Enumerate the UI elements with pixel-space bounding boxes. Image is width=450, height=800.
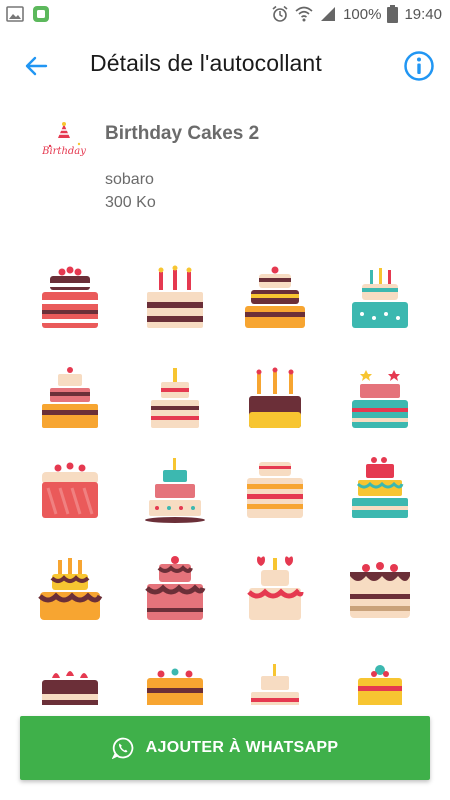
cake-sticker-14[interactable] <box>125 545 225 635</box>
cake-image <box>42 462 98 518</box>
cake-image <box>352 457 408 518</box>
add-to-whatsapp-button[interactable]: AJOUTER À WHATSAPP <box>20 716 430 780</box>
cake-image <box>247 556 304 620</box>
pack-name: Birthday Cakes 2 <box>105 123 260 144</box>
gallery-notification-icon <box>6 6 24 22</box>
cake-image <box>151 368 199 428</box>
cake-sticker-16[interactable] <box>330 545 430 635</box>
cake-sticker-7[interactable] <box>225 355 325 445</box>
cake-sticker-20[interactable] <box>330 645 430 705</box>
cake-sticker-19[interactable] <box>225 645 325 705</box>
pack-size: 300 Ko <box>105 194 156 211</box>
cake-sticker-4[interactable] <box>330 255 430 345</box>
cake-sticker-12[interactable] <box>330 445 430 535</box>
pack-publisher: sobaro <box>105 171 154 188</box>
cake-image <box>247 462 303 518</box>
cake-sticker-3[interactable] <box>225 255 325 345</box>
status-right: 100% 19:40 <box>271 5 442 23</box>
sticker-grid <box>0 255 450 705</box>
info-icon <box>404 51 434 81</box>
cake-sticker-10[interactable] <box>125 445 225 535</box>
status-bar: 100% 19:40 <box>0 0 450 30</box>
alarm-icon <box>272 5 288 22</box>
cake-sticker-6[interactable] <box>125 355 225 445</box>
cake-image <box>147 668 203 705</box>
cake-image <box>352 370 408 428</box>
app-notification-icon <box>33 6 49 22</box>
cake-sticker-11[interactable] <box>225 445 325 535</box>
cake-image <box>147 265 203 328</box>
status-time: 19:40 <box>404 5 442 23</box>
battery-icon <box>387 5 399 23</box>
status-left <box>6 5 50 23</box>
whatsapp-icon <box>111 737 133 759</box>
cake-sticker-2[interactable] <box>125 255 225 345</box>
arrow-back-icon <box>25 56 48 76</box>
cake-image <box>38 558 103 620</box>
cake-sticker-18[interactable] <box>125 645 225 705</box>
pack-tray-text: Birthday <box>42 146 86 157</box>
cake-image <box>251 664 299 705</box>
battery-percent: 100% <box>343 5 382 23</box>
cake-image <box>145 458 205 523</box>
page-title: Détails de l'autocollant <box>90 50 322 76</box>
cake-sticker-8[interactable] <box>330 355 430 445</box>
cake-image <box>358 665 402 705</box>
cake-sticker-9[interactable] <box>20 445 120 535</box>
cake-image <box>42 671 98 705</box>
pack-tray-icon: Birthday <box>42 122 86 157</box>
info-button[interactable] <box>402 49 436 83</box>
cake-image <box>245 266 305 328</box>
cake-sticker-5[interactable] <box>20 355 120 445</box>
toolbar: Détails de l'autocollant <box>0 30 450 102</box>
wifi-icon <box>295 6 313 22</box>
cake-image <box>42 266 98 328</box>
add-to-whatsapp-label: AJOUTER À WHATSAPP <box>145 739 339 756</box>
cake-sticker-17[interactable] <box>20 645 120 705</box>
back-button[interactable] <box>18 48 54 84</box>
signal-icon <box>321 7 336 21</box>
cake-image <box>249 367 301 428</box>
cake-sticker-1[interactable] <box>20 255 120 345</box>
cake-sticker-15[interactable] <box>225 545 325 635</box>
cake-image <box>42 367 98 428</box>
cake-sticker-13[interactable] <box>20 545 120 635</box>
cake-image <box>350 562 410 618</box>
cake-image <box>145 556 206 620</box>
cake-image <box>352 268 408 328</box>
